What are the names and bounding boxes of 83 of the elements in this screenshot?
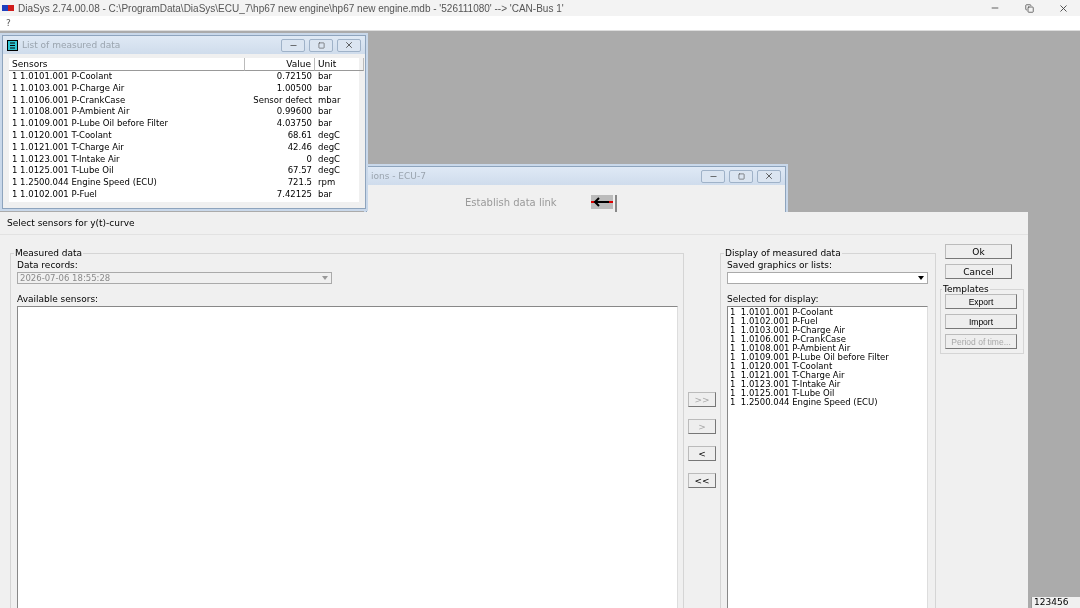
- list-item[interactable]: 1 1.0103.001 P-Charge Air: [730, 326, 925, 335]
- maximize-icon: [317, 41, 325, 49]
- sensor-cell-text: 1 1.0101.001 P-Coolant: [11, 71, 114, 83]
- sensor-cell-text: 1 1.0102.001 P-Fuel: [11, 188, 98, 201]
- template-button[interactable]: Import: [945, 314, 1017, 329]
- group-title: Measured data: [14, 248, 84, 258]
- transfer-button[interactable]: <<: [688, 473, 716, 488]
- group-title: Display of measured data: [724, 248, 842, 258]
- field-label: Data records:: [17, 260, 79, 270]
- sensor-cell-text: 1 1.0106.001 P-CrankCase: [11, 94, 127, 107]
- table-icon: [7, 39, 18, 51]
- list-item[interactable]: 1 1.0123.001 T-Intake Air: [730, 380, 925, 389]
- list-item[interactable]: 1 1.0106.001 P-CrankCase: [730, 335, 925, 344]
- unit-cell-text: degC: [317, 153, 341, 166]
- sensor-cell-text: 1 1.0121.001 T-Charge Air: [11, 141, 125, 154]
- selected-sensors-list[interactable]: [727, 306, 928, 608]
- field-label: Available sensors:: [17, 294, 100, 304]
- value-cell-text: 42.46: [286, 141, 313, 154]
- sensor-cell-text: 1 1.0125.001 T-Lube Oil: [11, 165, 115, 178]
- unit-cell-text: degC: [317, 130, 341, 142]
- close-button[interactable]: [337, 38, 361, 52]
- column-header[interactable]: Value: [245, 58, 315, 71]
- maximize-icon: [737, 172, 745, 180]
- list-item[interactable]: 1 1.0121.001 T-Charge Air: [730, 371, 925, 380]
- value-cell-text: 4.03750: [275, 118, 313, 130]
- dialog-title: Select sensors for y(t)-curve: [0, 212, 1028, 235]
- list-item[interactable]: 1 1.0102.001 P-Fuel: [730, 317, 925, 326]
- unit-cell-text: bar: [317, 188, 334, 201]
- transfer-button[interactable]: <: [688, 446, 716, 461]
- list-item[interactable]: 1 1.0101.001 P-Coolant: [730, 308, 925, 317]
- unit-cell-text: bar: [317, 82, 334, 95]
- column-header[interactable]: Sensors: [9, 58, 245, 71]
- value-cell-text: Sensor defect: [252, 94, 313, 107]
- sensor-cell-text: 1 1.0109.001 P-Lube Oil before Filter: [11, 118, 169, 130]
- dropdown-arrow-icon: [918, 276, 924, 280]
- sensor-cell-text: 1 1.0123.001 T-Intake Air: [11, 153, 121, 166]
- close-button[interactable]: [757, 169, 781, 183]
- field-label: Selected for display:: [727, 294, 820, 304]
- column-header[interactable]: Unit: [315, 58, 364, 71]
- unit-cell-text: mbar: [317, 94, 342, 107]
- close-icon: [344, 40, 354, 50]
- sensor-cell-text: 1 1.2500.044 Engine Speed (ECU): [11, 177, 158, 189]
- sensor-cell-text: 1 1.0103.001 P-Charge Air: [11, 82, 126, 95]
- value-cell-text: 721.5: [286, 177, 313, 189]
- unit-cell-text: bar: [317, 71, 334, 83]
- list-item[interactable]: 1 1.0108.001 P-Ambient Air: [730, 344, 925, 353]
- list-item[interactable]: 1 1.2500.044 Engine Speed (ECU): [730, 398, 925, 407]
- value-cell-text: 67.57: [286, 165, 313, 178]
- list-item[interactable]: 1 1.0120.001 T-Coolant: [730, 362, 925, 371]
- sensor-cell-text: 1 1.0108.001 P-Ambient Air: [11, 106, 131, 119]
- field-label: Saved graphics or lists:: [727, 260, 834, 270]
- dropdown-arrow-icon: [322, 276, 328, 280]
- window-title: List of measured data: [22, 40, 122, 50]
- minimize-button[interactable]: [281, 38, 305, 52]
- value-cell-text: 0: [305, 153, 313, 166]
- unit-cell-text: degC: [317, 165, 341, 178]
- value-cell-text: 7.42125: [275, 188, 313, 201]
- close-icon: [764, 171, 774, 181]
- dialog-button[interactable]: Cancel: [945, 264, 1012, 279]
- value-cell-text: 0.72150: [275, 71, 313, 83]
- value-cell-text: 68.61: [286, 130, 313, 142]
- status-field: 123456: [1031, 597, 1080, 608]
- unit-cell-text: bar: [317, 106, 334, 119]
- minimize-button[interactable]: [701, 169, 725, 183]
- unit-cell-text: bar: [317, 118, 334, 130]
- value-cell-text: 0.99600: [275, 106, 313, 119]
- menu-item[interactable]: ?: [4, 18, 13, 28]
- window-title: DiaSys 2.74.00.08 - C:\ProgramData\DiaSys\ECU_7\hp67 new engine\hp67 new engine.mdb - '526111080' --> 'CAN-Bus 1': [18, 2, 565, 14]
- template-button[interactable]: Export: [945, 294, 1017, 309]
- group-title: Templates: [942, 284, 990, 294]
- close-icon: [1057, 2, 1069, 14]
- app-logo-icon: [2, 4, 14, 12]
- sensor-cell-text: 1 1.0120.001 T-Coolant: [11, 130, 113, 142]
- saved-graphics-dropdown[interactable]: [727, 272, 928, 284]
- restore-icon: [1024, 3, 1034, 13]
- window-title: ions - ECU-7: [371, 171, 427, 181]
- connector-icon: [591, 195, 613, 209]
- list-item[interactable]: 1 1.0125.001 T-Lube Oil: [730, 389, 925, 398]
- unit-cell-text: rpm: [317, 177, 337, 189]
- dialog-button[interactable]: Ok: [945, 244, 1012, 259]
- unit-cell-text: degC: [317, 141, 341, 154]
- list-item[interactable]: 1 1.0109.001 P-Lube Oil before Filter: [730, 353, 925, 362]
- value-cell-text: 1.00500: [275, 82, 313, 95]
